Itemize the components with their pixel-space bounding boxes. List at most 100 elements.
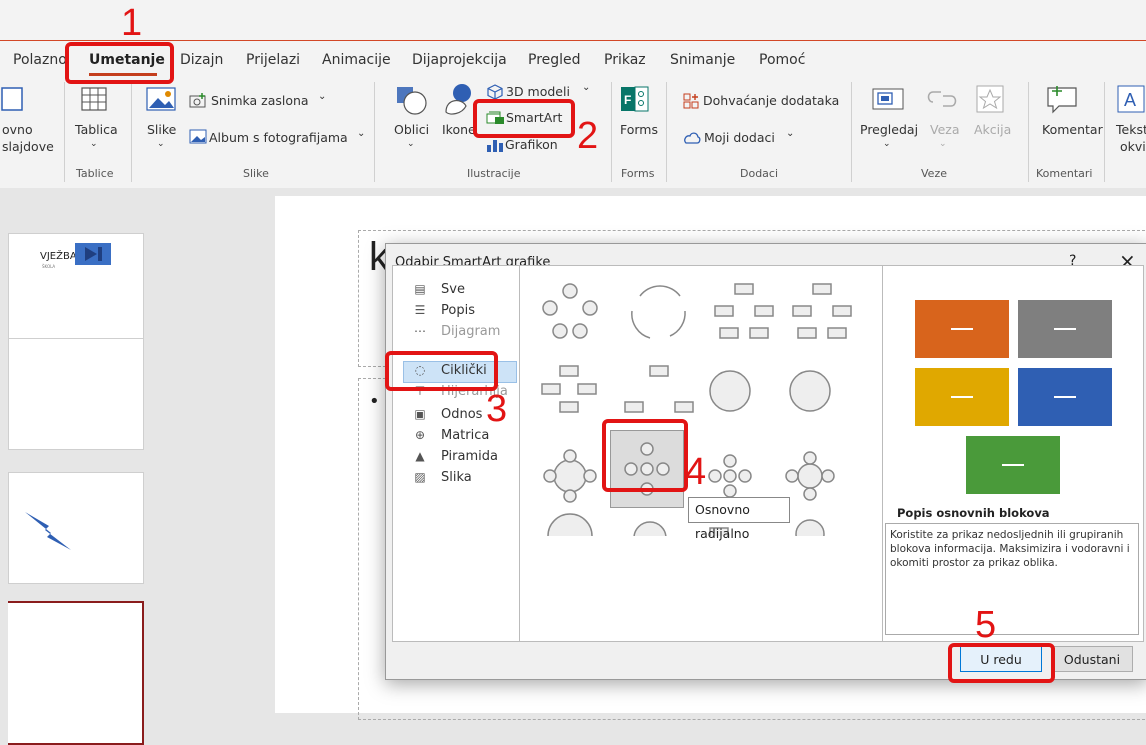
- chart-icon[interactable]: [486, 137, 504, 153]
- annotation-number-1: 1: [121, 2, 143, 44]
- annotation-box-5: [948, 643, 1055, 683]
- list-icon: ☰: [414, 303, 426, 317]
- tab-snimanje[interactable]: Snimanje: [670, 52, 735, 68]
- comment-icon[interactable]: [1045, 84, 1079, 114]
- smartart-dialog: Odabir SmartArt grafike ? × ▤ Sve ☰ Popis …: [385, 243, 1146, 680]
- forms-label[interactable]: Forms: [620, 122, 658, 137]
- slide-thumbnail-4-selected[interactable]: [8, 601, 144, 745]
- group-tablice: Tablice: [76, 167, 114, 180]
- separator: [611, 82, 612, 182]
- slide-thumbnail-2[interactable]: [8, 338, 144, 450]
- picture-icon: ▨: [414, 470, 426, 484]
- chevron-down-icon[interactable]: ⌄: [407, 139, 415, 149]
- chevron-down-icon[interactable]: ⌄: [786, 128, 794, 139]
- forms-icon[interactable]: F: [620, 84, 650, 114]
- tab-pregled[interactable]: Pregled: [528, 52, 581, 68]
- tab-dijaprojekcija[interactable]: Dijaprojekcija: [412, 52, 507, 68]
- my-addins-label[interactable]: Moji dodaci: [704, 130, 775, 145]
- thumb-icon: [75, 243, 111, 265]
- tab-pomoc[interactable]: Pomoć: [759, 52, 805, 68]
- pictures-label[interactable]: Slike: [147, 122, 176, 137]
- group-veze: Veze: [921, 167, 947, 180]
- text-box-label[interactable]: Teksti: [1116, 122, 1146, 137]
- shapes-icon[interactable]: [395, 83, 429, 117]
- table-icon[interactable]: [80, 86, 108, 114]
- chevron-down-icon[interactable]: ⌄: [582, 82, 590, 93]
- tab-dizajn[interactable]: Dizajn: [180, 52, 223, 68]
- chart-label[interactable]: Grafikon: [505, 137, 558, 152]
- matrix-icon: ⊕: [414, 428, 426, 442]
- group-slike: Slike: [243, 167, 269, 180]
- cube-3d-icon[interactable]: [487, 84, 503, 100]
- category-popis[interactable]: ☰ Popis: [413, 303, 475, 318]
- category-odnos[interactable]: ▣ Odnos: [413, 407, 482, 422]
- table-label[interactable]: Tablica: [75, 122, 118, 137]
- action-icon: [976, 85, 1004, 113]
- new-slide-label[interactable]: ovno: [2, 122, 33, 137]
- shapes-label[interactable]: Oblici: [394, 122, 429, 137]
- separator: [1028, 82, 1029, 182]
- 3d-models-label[interactable]: 3D modeli: [506, 84, 570, 99]
- svg-text:A: A: [1124, 90, 1136, 110]
- all-icon: ▤: [414, 282, 426, 296]
- group-forms: Forms: [621, 167, 655, 180]
- separator: [1104, 82, 1105, 182]
- lightning-icon: [25, 512, 71, 550]
- group-ilustracije: Ilustracije: [467, 167, 521, 180]
- new-slide-icon[interactable]: [0, 86, 26, 114]
- category-dijagram[interactable]: ⋯ Dijagram: [413, 324, 500, 339]
- annotation-box-3: [385, 351, 498, 391]
- action-label: Akcija: [974, 122, 1012, 137]
- preview-block-gray: [1018, 300, 1112, 358]
- preview-block-orange: [915, 300, 1009, 358]
- screenshot-icon[interactable]: [189, 93, 207, 109]
- annotation-number-5: 5: [975, 604, 997, 646]
- tab-polazno[interactable]: Polazno: [13, 52, 67, 68]
- link-icon: [927, 91, 957, 107]
- separator: [374, 82, 375, 182]
- cancel-button[interactable]: Odustani: [1051, 646, 1133, 672]
- category-sve[interactable]: ▤ Sve: [413, 282, 465, 297]
- relationship-icon: ▣: [414, 407, 426, 421]
- category-matrica[interactable]: ⊕ Matrica: [413, 428, 489, 443]
- annotation-number-3: 3: [486, 388, 508, 430]
- screenshot-label[interactable]: Snimka zaslona: [211, 93, 309, 108]
- annotation-box-1: [65, 42, 174, 84]
- get-addins-icon[interactable]: [683, 93, 699, 109]
- album-label[interactable]: Album s fotografijama: [209, 130, 348, 145]
- tab-prijelazi[interactable]: Prijelazi: [246, 52, 300, 68]
- zoom-label[interactable]: Pregledaj: [860, 122, 918, 137]
- comment-label[interactable]: Komentar: [1042, 122, 1103, 137]
- slide-thumbnail-3[interactable]: [8, 472, 144, 584]
- chevron-down-icon[interactable]: ⌄: [318, 91, 326, 102]
- my-addins-icon[interactable]: [683, 130, 701, 146]
- text-box-label-2[interactable]: okvi: [1120, 139, 1146, 154]
- zoom-icon[interactable]: [872, 84, 906, 114]
- thumb-subtitle: ŠKOLA: [42, 264, 56, 269]
- icons-label[interactable]: Ikone: [442, 122, 476, 137]
- chevron-down-icon[interactable]: ⌄: [157, 139, 165, 149]
- category-slika[interactable]: ▨ Slika: [413, 470, 471, 485]
- svg-text:F: F: [624, 93, 631, 107]
- pictures-icon[interactable]: [145, 86, 177, 112]
- new-slide-label-2[interactable]: slajdove: [2, 139, 54, 154]
- chevron-down-icon[interactable]: ⌄: [883, 139, 891, 149]
- category-piramida[interactable]: ▲ Piramida: [413, 449, 498, 464]
- chevron-down-icon[interactable]: ⌄: [357, 128, 365, 139]
- bullet: •: [369, 391, 380, 412]
- slide-thumbnail-1[interactable]: VJEŽBA ŠKOLA: [8, 233, 144, 345]
- preview-block-blue: [1018, 368, 1112, 426]
- chevron-down-icon[interactable]: ⌄: [90, 139, 98, 149]
- album-icon[interactable]: [189, 129, 207, 145]
- annotation-box-4: [602, 419, 688, 492]
- tab-prikaz[interactable]: Prikaz: [604, 52, 646, 68]
- link-label: Veza: [930, 122, 960, 137]
- get-addins-label[interactable]: Dohvaćanje dodataka: [703, 93, 839, 108]
- process-icon: ⋯: [414, 324, 426, 338]
- tab-animacije[interactable]: Animacije: [322, 52, 391, 68]
- group-dodaci: Dodaci: [740, 167, 779, 180]
- preview-title: Popis osnovnih blokova: [897, 506, 1050, 520]
- text-box-icon[interactable]: A: [1116, 84, 1146, 114]
- preview-panel: Popis osnovnih blokova Koristite za prik…: [882, 265, 1144, 642]
- annotation-box-2: [473, 99, 575, 138]
